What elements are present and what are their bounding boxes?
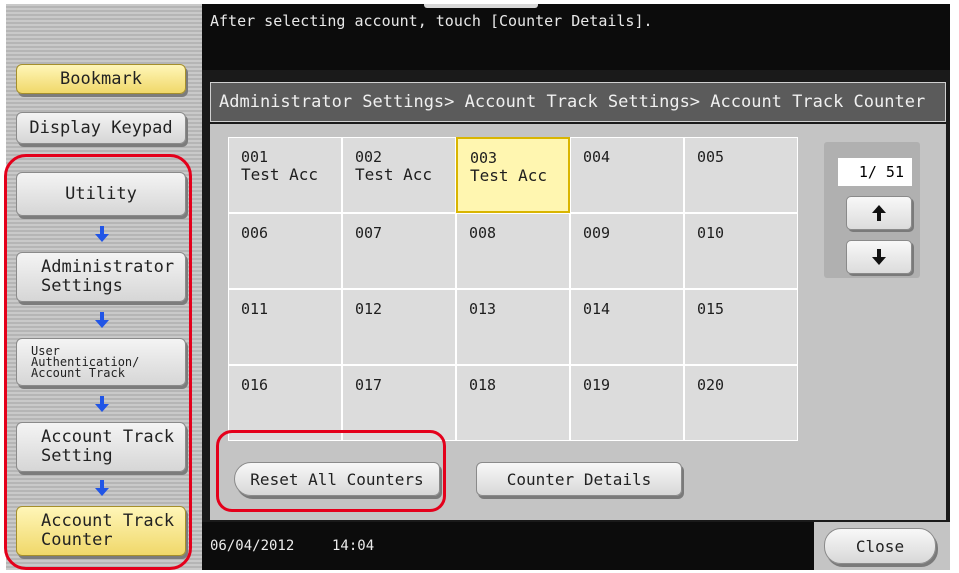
- account-number: 001: [241, 148, 269, 166]
- left-navigation: Bookmark Display Keypad Utility Administ…: [6, 4, 202, 570]
- account-number: 003: [470, 149, 498, 167]
- account-cell[interactable]: 006: [228, 213, 342, 289]
- account-cell[interactable]: 014: [570, 289, 684, 365]
- account-cell[interactable]: 016: [228, 365, 342, 441]
- account-cell[interactable]: 004: [570, 137, 684, 213]
- account-number: 019: [583, 376, 611, 394]
- account-cell[interactable]: 017: [342, 365, 456, 441]
- user-authentication-account-track-button[interactable]: User Authentication/ Account Track: [16, 338, 186, 386]
- arrow-down-icon: [872, 249, 886, 265]
- account-cell[interactable]: 005: [684, 137, 798, 213]
- account-track-setting-button[interactable]: Account Track Setting: [16, 422, 186, 472]
- account-number: 002: [355, 148, 383, 166]
- arrow-up-icon: [872, 205, 886, 221]
- account-cell[interactable]: 011: [228, 289, 342, 365]
- account-number: 014: [583, 300, 611, 318]
- status-date: 06/04/2012: [210, 538, 295, 554]
- flow-arrow-down-icon: [95, 312, 109, 328]
- account-number: 005: [697, 148, 725, 166]
- account-cell[interactable]: 010: [684, 213, 798, 289]
- account-number: 008: [469, 224, 497, 242]
- copier-control-panel: Bookmark Display Keypad Utility Administ…: [6, 4, 950, 570]
- account-name: Test Acc: [241, 165, 319, 184]
- page-indicator: 1/ 51: [838, 158, 912, 186]
- account-number: 010: [697, 224, 725, 242]
- page-navigator: 1/ 51: [824, 142, 920, 278]
- instruction-bar: After selecting account, touch [Counter …: [202, 4, 950, 70]
- account-number: 009: [583, 224, 611, 242]
- account-cell[interactable]: 020: [684, 365, 798, 441]
- account-number: 016: [241, 376, 269, 394]
- account-number: 007: [355, 224, 383, 242]
- account-name: Test Acc: [355, 165, 433, 184]
- page-up-button[interactable]: [846, 196, 912, 230]
- reset-all-counters-button[interactable]: Reset All Counters: [234, 462, 440, 496]
- breadcrumb: Administrator Settings> Account Track Se…: [210, 82, 946, 122]
- utility-button[interactable]: Utility: [16, 172, 186, 216]
- page-down-button[interactable]: [846, 240, 912, 274]
- account-number: 012: [355, 300, 383, 318]
- account-track-counter-button[interactable]: Account Track Counter: [16, 506, 186, 556]
- account-name: Test Acc: [470, 166, 548, 185]
- account-number: 020: [697, 376, 725, 394]
- account-number: 013: [469, 300, 497, 318]
- account-cell[interactable]: 003 Test Acc: [456, 137, 570, 213]
- status-time: 14:04: [332, 538, 375, 554]
- administrator-settings-button[interactable]: Administrator Settings: [16, 252, 186, 302]
- bookmark-button[interactable]: Bookmark: [16, 64, 186, 94]
- account-cell[interactable]: 002 Test Acc: [342, 137, 456, 213]
- account-number: 011: [241, 300, 269, 318]
- counter-details-button[interactable]: Counter Details: [476, 462, 682, 496]
- account-cell[interactable]: 012: [342, 289, 456, 365]
- account-cell[interactable]: 015: [684, 289, 798, 365]
- account-cell[interactable]: 018: [456, 365, 570, 441]
- account-cell[interactable]: 009: [570, 213, 684, 289]
- account-number: 006: [241, 224, 269, 242]
- account-number: 017: [355, 376, 383, 394]
- account-cell[interactable]: 013: [456, 289, 570, 365]
- account-cell[interactable]: 007: [342, 213, 456, 289]
- close-button[interactable]: Close: [824, 528, 936, 564]
- account-number: 004: [583, 148, 611, 166]
- account-grid: 001 Test Acc 002 Test Acc 003 Test Acc 004 005 0…: [228, 137, 798, 441]
- account-number: 018: [469, 376, 497, 394]
- account-number: 015: [697, 300, 725, 318]
- drag-grip: [424, 4, 538, 8]
- flow-arrow-down-icon: [95, 480, 109, 496]
- instruction-text: After selecting account, touch [Counter …: [210, 12, 653, 30]
- flow-arrow-down-icon: [95, 226, 109, 242]
- display-keypad-button[interactable]: Display Keypad: [16, 112, 186, 144]
- account-cell[interactable]: 019: [570, 365, 684, 441]
- account-cell[interactable]: 001 Test Acc: [228, 137, 342, 213]
- flow-arrow-down-icon: [95, 396, 109, 412]
- account-cell[interactable]: 008: [456, 213, 570, 289]
